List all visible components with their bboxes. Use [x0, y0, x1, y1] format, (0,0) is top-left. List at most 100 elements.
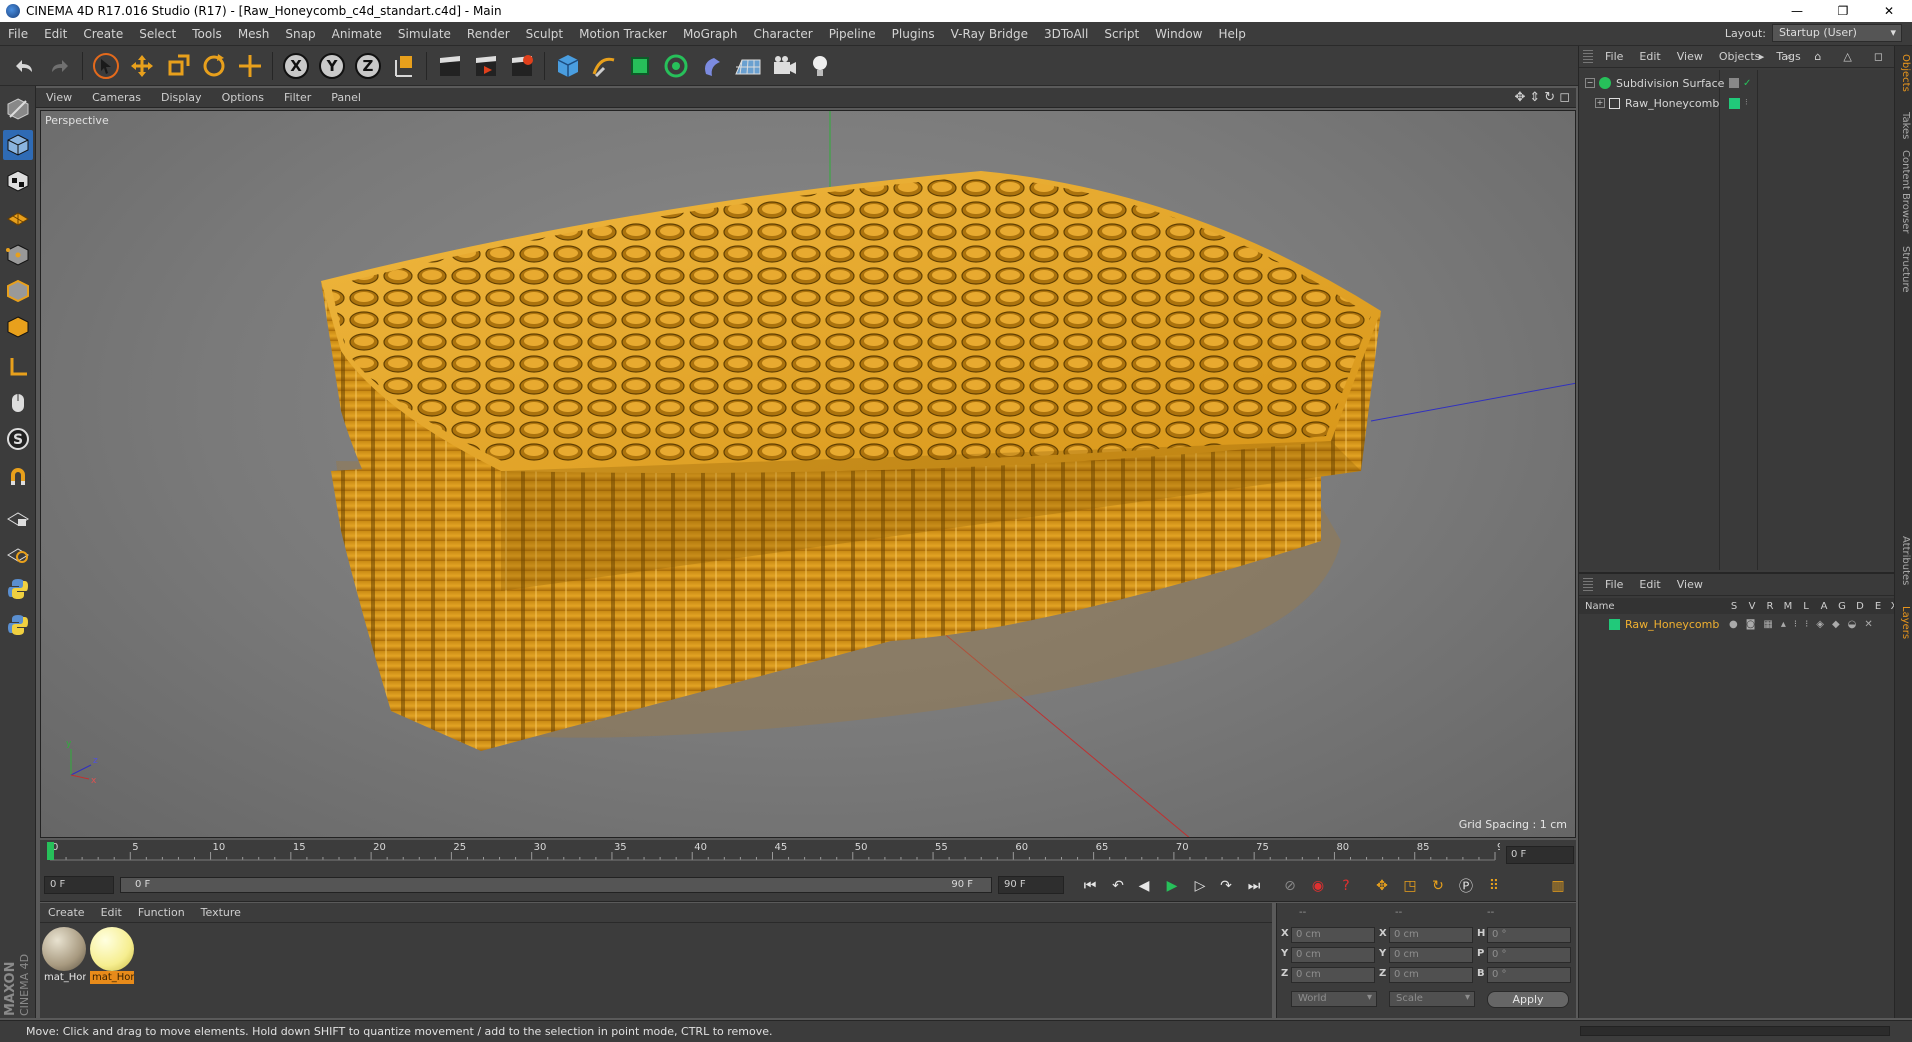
- menu-select[interactable]: Select: [131, 27, 184, 41]
- pos-z-field[interactable]: 0 cm: [1291, 967, 1375, 983]
- menu-window[interactable]: Window: [1147, 27, 1210, 41]
- end-frame-field[interactable]: 90 F: [998, 876, 1064, 894]
- tab-objects[interactable]: Objects: [1897, 54, 1911, 92]
- pos-y-field[interactable]: 0 cm: [1291, 947, 1375, 963]
- coordinate-space-select[interactable]: World: [1291, 991, 1377, 1007]
- menu-create[interactable]: Create: [75, 27, 131, 41]
- new-window-icon[interactable]: ◻: [1866, 50, 1891, 64]
- restore-button[interactable]: ❐: [1820, 0, 1866, 22]
- menu-3dtoall[interactable]: 3DToAll: [1036, 27, 1096, 41]
- size-z-field[interactable]: 0 cm: [1389, 967, 1473, 983]
- add-floor-button[interactable]: [732, 50, 764, 82]
- collapse-toggle-icon[interactable]: −: [1585, 78, 1595, 88]
- menu-mesh[interactable]: Mesh: [230, 27, 278, 41]
- workplane-snap-button[interactable]: [3, 538, 33, 568]
- rot-b-field[interactable]: 0 °: [1487, 967, 1571, 983]
- menu-motion-tracker[interactable]: Motion Tracker: [571, 27, 675, 41]
- menu-mograph[interactable]: MoGraph: [675, 27, 746, 41]
- layer-color-swatch[interactable]: [1609, 618, 1620, 630]
- home-icon[interactable]: ⌂: [1806, 50, 1829, 64]
- tweak-mode-button[interactable]: [3, 388, 33, 418]
- workplane-lock-button[interactable]: [3, 502, 33, 532]
- next-key-button[interactable]: ↷: [1214, 874, 1238, 898]
- lock-x-axis-button[interactable]: X: [280, 50, 312, 82]
- render-picture-viewer-button[interactable]: [470, 50, 502, 82]
- material-swatch-2[interactable]: mat_Hon: [90, 927, 134, 987]
- menu-vray-bridge[interactable]: V-Ray Bridge: [943, 27, 1036, 41]
- undo-button[interactable]: [8, 50, 40, 82]
- menu-simulate[interactable]: Simulate: [390, 27, 459, 41]
- axis-mode-button[interactable]: [3, 352, 33, 382]
- size-mode-select[interactable]: Scale: [1389, 991, 1475, 1007]
- keyframe-selection-button[interactable]: ?: [1334, 874, 1358, 898]
- menu-sculpt[interactable]: Sculpt: [518, 27, 571, 41]
- minimize-button[interactable]: —: [1774, 0, 1820, 22]
- timeline-layout-button[interactable]: ▥: [1546, 874, 1570, 898]
- viewport-pan-icon[interactable]: ✥: [1514, 90, 1525, 105]
- menu-snap[interactable]: Snap: [277, 27, 323, 41]
- search-icon[interactable]: ⌕: [1778, 50, 1800, 64]
- model-mode-button[interactable]: [3, 130, 33, 160]
- panel-grip-icon[interactable]: [1583, 577, 1593, 592]
- layer-flag-icons[interactable]: ●◙▦▴⁝⁝◈◆◒✕: [1729, 619, 1881, 630]
- parameter-key-button[interactable]: Ⓟ: [1454, 874, 1478, 898]
- tab-content-browser[interactable]: Content Browser: [1897, 150, 1911, 233]
- current-frame-field[interactable]: 0 F: [1506, 846, 1574, 864]
- tab-takes[interactable]: Takes: [1897, 112, 1911, 139]
- enable-snap-button[interactable]: [3, 464, 33, 494]
- menu-pipeline[interactable]: Pipeline: [821, 27, 884, 41]
- size-y-field[interactable]: 0 cm: [1389, 947, 1473, 963]
- go-to-start-button[interactable]: ⏮: [1078, 874, 1102, 898]
- polygons-mode-button[interactable]: [3, 312, 33, 342]
- play-button[interactable]: ▶: [1160, 874, 1184, 898]
- scale-key-button[interactable]: ◳: [1398, 874, 1422, 898]
- material-menu-create[interactable]: Create: [40, 906, 93, 919]
- render-view-button[interactable]: [434, 50, 466, 82]
- material-menu-edit[interactable]: Edit: [93, 906, 130, 919]
- enabled-check-icon[interactable]: ✓: [1743, 78, 1751, 89]
- menu-script[interactable]: Script: [1096, 27, 1147, 41]
- objects-menu-file[interactable]: File: [1597, 50, 1631, 63]
- previous-key-button[interactable]: ↶: [1106, 874, 1130, 898]
- layers-menu-edit[interactable]: Edit: [1631, 578, 1668, 591]
- size-x-field[interactable]: 0 cm: [1389, 927, 1473, 943]
- viewport-zoom-icon[interactable]: ⇕: [1529, 90, 1540, 105]
- move-tool-button[interactable]: [126, 50, 158, 82]
- objects-menu-edit[interactable]: Edit: [1631, 50, 1668, 63]
- layer-tag-icon[interactable]: [1729, 78, 1739, 88]
- texture-mode-button[interactable]: [3, 166, 33, 196]
- timeline-playhead[interactable]: [47, 842, 54, 860]
- make-editable-button[interactable]: [3, 94, 33, 124]
- menu-plugins[interactable]: Plugins: [884, 27, 943, 41]
- add-camera-button[interactable]: [768, 50, 800, 82]
- close-button[interactable]: ✕: [1866, 0, 1912, 22]
- add-spline-button[interactable]: [588, 50, 620, 82]
- workplane-mode-button[interactable]: [3, 202, 33, 232]
- lock-z-axis-button[interactable]: Z: [352, 50, 384, 82]
- menu-animate[interactable]: Animate: [324, 27, 390, 41]
- material-swatch-1[interactable]: mat_Hon: [42, 927, 86, 987]
- pos-x-field[interactable]: 0 cm: [1291, 927, 1375, 943]
- layers-menu-file[interactable]: File: [1597, 578, 1631, 591]
- scale-tool-button[interactable]: [162, 50, 194, 82]
- viewport-menu-cameras[interactable]: Cameras: [82, 91, 151, 104]
- menu-help[interactable]: Help: [1210, 27, 1253, 41]
- layers-menu-view[interactable]: View: [1669, 578, 1711, 591]
- add-nurbs-button[interactable]: [624, 50, 656, 82]
- rot-p-field[interactable]: 0 °: [1487, 947, 1571, 963]
- tab-attributes[interactable]: Attributes: [1897, 536, 1911, 585]
- material-menu-texture[interactable]: Texture: [193, 906, 249, 919]
- edges-mode-button[interactable]: [3, 276, 33, 306]
- more-arrow-icon[interactable]: ▸: [1751, 50, 1773, 64]
- expand-toggle-icon[interactable]: +: [1595, 98, 1605, 108]
- perspective-viewport[interactable]: y z x Perspective Grid Spacing : 1 cm: [40, 110, 1576, 838]
- menu-edit[interactable]: Edit: [36, 27, 75, 41]
- menu-file[interactable]: File: [0, 27, 36, 41]
- redo-button[interactable]: [44, 50, 76, 82]
- start-frame-field[interactable]: 0 F: [44, 876, 114, 894]
- apply-button[interactable]: Apply: [1487, 991, 1569, 1008]
- previous-frame-button[interactable]: ◀: [1132, 874, 1156, 898]
- tab-structure[interactable]: Structure: [1897, 246, 1911, 293]
- position-key-button[interactable]: ✥: [1370, 874, 1394, 898]
- layout-select[interactable]: Startup (User): [1772, 24, 1902, 42]
